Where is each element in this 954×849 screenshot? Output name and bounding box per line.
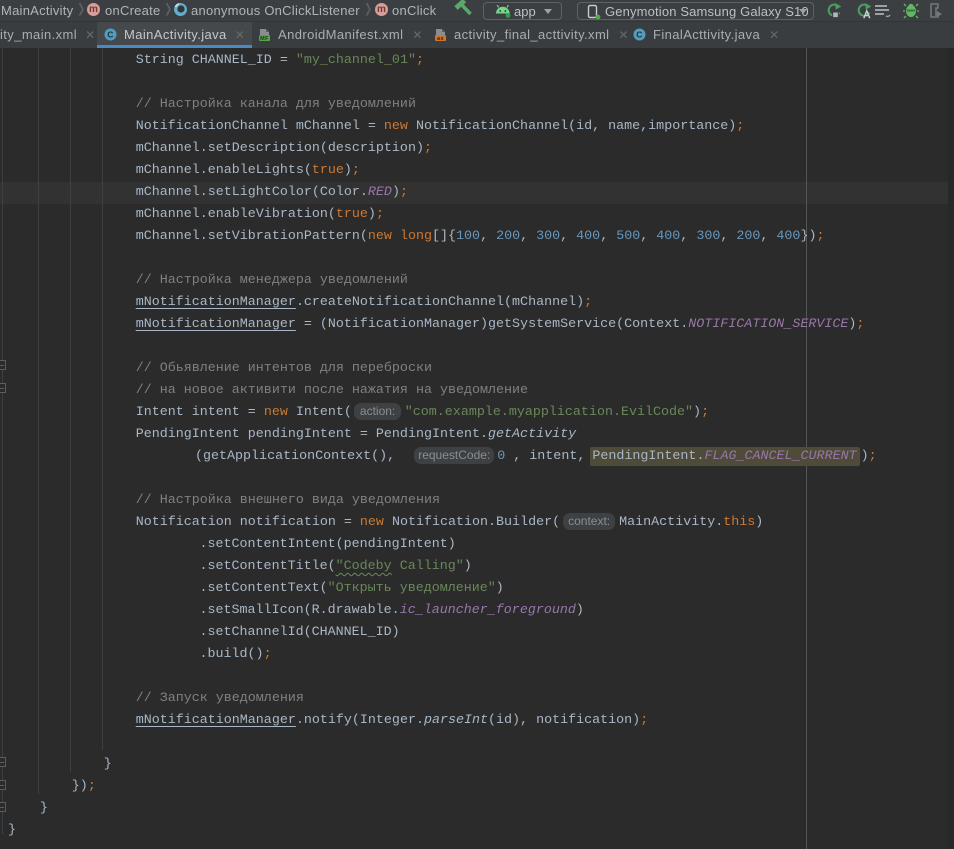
svg-text:ax: ax xyxy=(437,36,444,42)
svg-text:C: C xyxy=(636,30,643,40)
svg-text:C: C xyxy=(107,30,114,40)
svg-text:MF: MF xyxy=(260,36,269,42)
